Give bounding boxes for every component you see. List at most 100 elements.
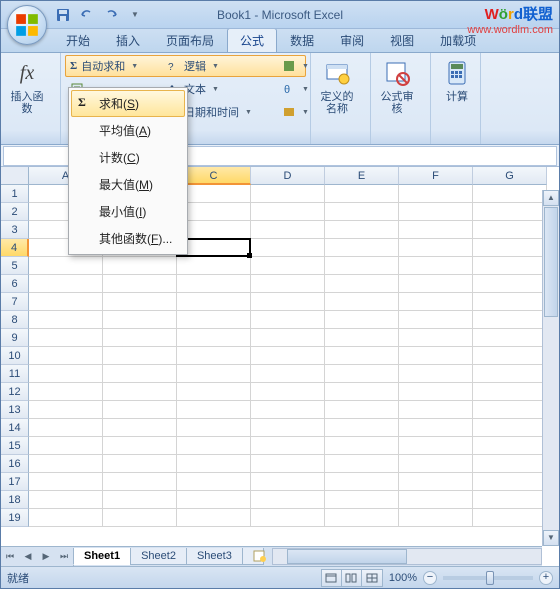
cell[interactable] <box>29 419 103 437</box>
cell[interactable] <box>473 437 547 455</box>
cell[interactable] <box>399 221 473 239</box>
cell[interactable] <box>325 221 399 239</box>
cell[interactable] <box>29 401 103 419</box>
column-header[interactable]: F <box>399 167 473 185</box>
cell[interactable] <box>399 311 473 329</box>
cell[interactable] <box>473 455 547 473</box>
cell[interactable] <box>325 329 399 347</box>
cell[interactable] <box>177 455 251 473</box>
row-header[interactable]: 13 <box>1 401 29 419</box>
calculation-button[interactable]: 计算 <box>435 55 479 105</box>
cell[interactable] <box>251 383 325 401</box>
cell[interactable] <box>177 473 251 491</box>
cell[interactable] <box>29 491 103 509</box>
cell[interactable] <box>177 239 251 257</box>
zoom-in-button[interactable]: + <box>539 571 553 585</box>
cell[interactable] <box>399 437 473 455</box>
cell[interactable] <box>177 293 251 311</box>
cell[interactable] <box>399 401 473 419</box>
row-header[interactable]: 6 <box>1 275 29 293</box>
cell[interactable] <box>251 185 325 203</box>
cell[interactable] <box>103 419 177 437</box>
zoom-slider[interactable] <box>443 576 533 580</box>
hscroll-thumb[interactable] <box>287 549 407 564</box>
dropdown-min[interactable]: 最小值(I) <box>71 198 185 225</box>
cell[interactable] <box>473 221 547 239</box>
page-break-button[interactable] <box>362 570 382 586</box>
cell[interactable] <box>473 257 547 275</box>
cell[interactable] <box>399 509 473 527</box>
row-header[interactable]: 10 <box>1 347 29 365</box>
scroll-up-button[interactable]: ▲ <box>543 190 559 206</box>
cell[interactable] <box>399 491 473 509</box>
row-header[interactable]: 2 <box>1 203 29 221</box>
cell[interactable] <box>29 293 103 311</box>
cell[interactable] <box>103 383 177 401</box>
cell[interactable] <box>251 509 325 527</box>
cell[interactable] <box>103 347 177 365</box>
cell[interactable] <box>177 329 251 347</box>
zoom-slider-thumb[interactable] <box>486 571 494 585</box>
cell[interactable] <box>325 347 399 365</box>
cell[interactable] <box>325 185 399 203</box>
cell[interactable] <box>177 275 251 293</box>
cell[interactable] <box>473 311 547 329</box>
cell[interactable] <box>177 203 251 221</box>
cell[interactable] <box>251 365 325 383</box>
row-header[interactable]: 7 <box>1 293 29 311</box>
column-header[interactable]: G <box>473 167 547 185</box>
cell[interactable] <box>473 401 547 419</box>
cell[interactable] <box>251 203 325 221</box>
cell[interactable] <box>473 365 547 383</box>
scroll-down-button[interactable]: ▼ <box>543 530 559 546</box>
row-header[interactable]: 15 <box>1 437 29 455</box>
cell[interactable] <box>399 455 473 473</box>
cell[interactable] <box>29 365 103 383</box>
cell[interactable] <box>325 509 399 527</box>
cell[interactable] <box>103 437 177 455</box>
row-header[interactable]: 19 <box>1 509 29 527</box>
cell[interactable] <box>473 419 547 437</box>
cell[interactable] <box>325 203 399 221</box>
cell[interactable] <box>473 293 547 311</box>
cell[interactable] <box>399 185 473 203</box>
cell[interactable] <box>29 347 103 365</box>
sheet-tab-1[interactable]: Sheet1 <box>73 548 131 565</box>
row-header[interactable]: 14 <box>1 419 29 437</box>
cell[interactable] <box>177 365 251 383</box>
cell[interactable] <box>325 383 399 401</box>
cell[interactable] <box>473 275 547 293</box>
math-button[interactable]: θ▼ <box>277 78 314 100</box>
page-layout-button[interactable] <box>342 570 362 586</box>
more-button[interactable]: ▼ <box>277 101 314 123</box>
cell[interactable] <box>177 491 251 509</box>
cell[interactable] <box>399 365 473 383</box>
office-button[interactable] <box>7 5 47 45</box>
cell[interactable] <box>251 293 325 311</box>
cell[interactable] <box>29 329 103 347</box>
cell[interactable] <box>325 311 399 329</box>
cell[interactable] <box>29 509 103 527</box>
cell[interactable] <box>325 473 399 491</box>
cell[interactable] <box>399 419 473 437</box>
tab-page-layout[interactable]: 页面布局 <box>153 28 227 52</box>
vertical-scrollbar[interactable]: ▲ ▼ <box>542 190 559 546</box>
sheet-last-button[interactable]: ⏭ <box>55 548 73 566</box>
cell[interactable] <box>103 365 177 383</box>
tab-data[interactable]: 数据 <box>277 28 327 52</box>
sheet-tab-2[interactable]: Sheet2 <box>130 548 187 565</box>
dropdown-average[interactable]: 平均值(A) <box>71 117 185 144</box>
cell[interactable] <box>325 275 399 293</box>
formula-audit-button[interactable]: 公式审核 <box>375 55 419 117</box>
cell[interactable] <box>177 437 251 455</box>
cell[interactable] <box>251 491 325 509</box>
cell[interactable] <box>325 491 399 509</box>
cell[interactable] <box>29 455 103 473</box>
cell[interactable] <box>103 401 177 419</box>
row-header[interactable]: 11 <box>1 365 29 383</box>
cell[interactable] <box>325 293 399 311</box>
cell[interactable] <box>29 257 103 275</box>
sheet-next-button[interactable]: ▶ <box>37 548 55 566</box>
cell[interactable] <box>399 275 473 293</box>
zoom-level[interactable]: 100% <box>389 572 417 584</box>
